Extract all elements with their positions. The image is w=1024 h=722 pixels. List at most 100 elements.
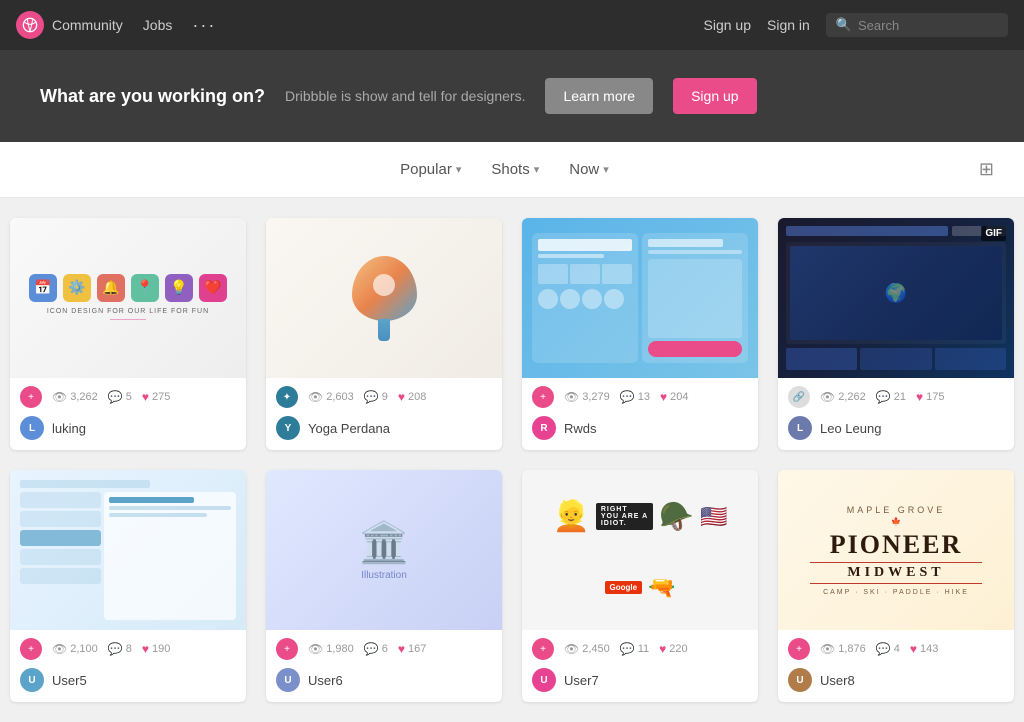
shot-stats: + 2,450 11 220 [522,630,758,664]
views-icon [564,642,579,656]
community-link[interactable]: Community [52,17,123,33]
like-count: 190 [152,643,170,655]
views-icon [308,390,323,404]
like-icon [910,642,917,656]
shot-author[interactable]: L luking [10,412,246,450]
learn-more-button[interactable]: Learn more [545,78,653,114]
grid-toggle-button[interactable]: ⊞ [979,159,994,180]
signin-link[interactable]: Sign in [767,17,810,33]
shot-thumbnail: MAPLE GROVE 🍁 PIONEER MIDWEST CAMP · SKI… [778,470,1014,630]
views-icon [820,390,835,404]
author-avatar: U [20,668,44,692]
shot-action-link[interactable]: 🔗 [788,386,810,408]
search-input[interactable] [858,18,998,33]
like-icon [398,642,405,656]
shot-thumbnail: 🏛️ Illustration [266,470,502,630]
shot-author[interactable]: U User5 [10,664,246,702]
shots-container: 📅 ⚙️ 🔔 📍 💡 ❤️ ICON DESIGN FOR OUR LIFE F… [0,198,1024,722]
comment-icon [108,642,123,656]
shot-stats: + 1,876 4 143 [778,630,1014,664]
author-name: Leo Leung [820,421,881,436]
now-label: Now [569,161,599,178]
auth-links: Sign up Sign in 🔍 [704,13,1008,37]
shot-author[interactable]: U User8 [778,664,1014,702]
shot-thumbnail [266,218,502,378]
shot-author[interactable]: U User7 [522,664,758,702]
author-avatar: R [532,416,556,440]
shot-action-plus[interactable]: ✦ [276,386,298,408]
shot-card[interactable]: 📅 ⚙️ 🔔 📍 💡 ❤️ ICON DESIGN FOR OUR LIFE F… [10,218,246,450]
view-count: 3,279 [582,391,610,403]
search-icon: 🔍 [836,17,852,33]
popular-filter[interactable]: Popular ▾ [388,153,473,186]
shot-card[interactable]: ✦ 2,603 9 208 Y Yoga Perdana [266,218,502,450]
author-avatar: U [276,668,300,692]
comment-count: 13 [638,391,650,403]
comment-icon [620,390,635,404]
navbar-links: Community Jobs ··· [52,15,216,36]
shot-action-plus[interactable]: + [20,386,42,408]
hero-question: What are you working on? [40,86,265,107]
author-name: Yoga Perdana [308,421,390,436]
author-name: luking [52,421,86,436]
more-menu[interactable]: ··· [192,15,216,36]
shots-label: Shots [491,161,529,178]
filter-bar: Popular ▾ Shots ▾ Now ▾ ⊞ [0,142,1024,198]
views-icon [52,390,67,404]
author-avatar: Y [276,416,300,440]
views-icon [308,642,323,656]
view-count: 2,450 [582,643,610,655]
shot-stats: + 3,279 13 204 [522,378,758,412]
shot-stats: + 3,262 5 275 [10,378,246,412]
like-count: 167 [408,643,426,655]
comment-icon [364,642,379,656]
views-icon [564,390,579,404]
shot-card[interactable]: 🌍 GIF 🔗 2,262 21 175 L [778,218,1014,450]
shot-action-plus[interactable]: + [276,638,298,660]
comment-icon [620,642,635,656]
comment-count: 11 [638,643,649,655]
like-count: 204 [670,391,688,403]
shot-action-plus[interactable]: + [788,638,810,660]
now-filter[interactable]: Now ▾ [557,153,621,186]
like-icon [398,390,405,404]
view-count: 3,262 [70,391,98,403]
author-avatar: L [788,416,812,440]
popular-label: Popular [400,161,452,178]
author-name: Rwds [564,421,597,436]
shot-author[interactable]: Y Yoga Perdana [266,412,502,450]
shot-thumbnail: 👱 RIGHTYOU ARE AIDIOT. 🪖 🇺🇸 Google 🔫 [522,470,758,630]
gif-badge: GIF [981,226,1006,241]
comment-count: 21 [894,391,906,403]
view-count: 2,100 [70,643,98,655]
shot-card[interactable]: 🏛️ Illustration + 1,980 6 167 U User6 [266,470,502,702]
like-icon [142,642,149,656]
signup-link[interactable]: Sign up [704,17,751,33]
shot-card[interactable]: 👱 RIGHTYOU ARE AIDIOT. 🪖 🇺🇸 Google 🔫 + 2… [522,470,758,702]
like-count: 143 [920,643,938,655]
shot-action-plus[interactable]: + [532,386,554,408]
shot-action-plus[interactable]: + [532,638,554,660]
shot-author[interactable]: U User6 [266,664,502,702]
comment-icon [364,390,379,404]
views-icon [52,642,67,656]
author-name: User6 [308,673,343,688]
shot-card[interactable]: + 2,100 8 190 U User5 [10,470,246,702]
like-count: 220 [669,643,687,655]
shot-card[interactable]: + 3,279 13 204 R Rwds [522,218,758,450]
jobs-link[interactable]: Jobs [143,17,173,33]
shot-thumbnail [522,218,758,378]
search-box[interactable]: 🔍 [826,13,1008,37]
shots-filter[interactable]: Shots ▾ [479,153,551,186]
hero-signup-button[interactable]: Sign up [673,78,756,114]
shot-action-plus[interactable]: + [20,638,42,660]
comment-icon [876,390,891,404]
shot-card[interactable]: MAPLE GROVE 🍁 PIONEER MIDWEST CAMP · SKI… [778,470,1014,702]
shot-author[interactable]: R Rwds [522,412,758,450]
popular-chevron-icon: ▾ [456,163,462,176]
comment-count: 6 [382,643,388,655]
filter-tabs: Popular ▾ Shots ▾ Now ▾ [30,153,979,186]
author-avatar: U [788,668,812,692]
dribbble-logo[interactable] [16,11,44,39]
shot-author[interactable]: L Leo Leung [778,412,1014,450]
